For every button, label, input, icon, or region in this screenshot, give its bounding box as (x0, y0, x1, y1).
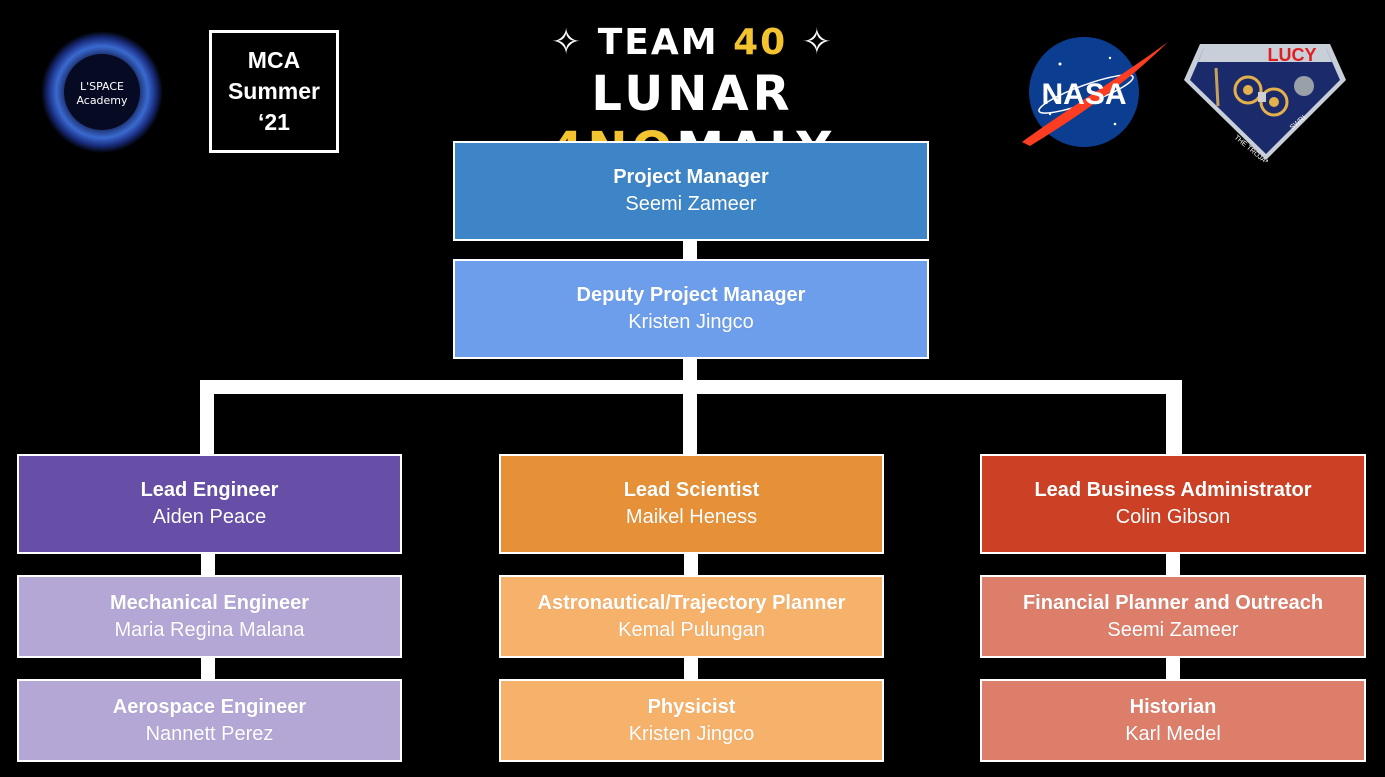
person-name: Nannett Perez (145, 722, 274, 745)
connector-bus-right (1166, 380, 1182, 456)
person-name: Kristen Jingco (628, 311, 754, 333)
connector-col2-a (684, 552, 698, 576)
mca-line1: MCA (247, 47, 301, 73)
mca-line2: Summer (227, 78, 321, 104)
org-box-project-manager: Project Manager Seemi Zameer (453, 141, 929, 241)
connector-col3-b (1166, 656, 1180, 680)
lucy-wordmark: LUCY (1268, 45, 1317, 65)
person-name: Kristen Jingco (628, 722, 755, 745)
space-academy-logo: L'SPACE Academy (40, 30, 164, 154)
star-left-icon: ✧ (551, 22, 584, 63)
role-label: Financial Planner and Outreach (1022, 591, 1324, 614)
lucy-mission-patch: LUCY THE TROJANS SWRI (1182, 38, 1348, 171)
org-box-physicist: Physicist Kristen Jingco (499, 679, 884, 762)
connector-col1-b (201, 656, 215, 680)
role-label: Historian (1129, 695, 1217, 718)
space-academy-line2: Academy (76, 94, 128, 107)
person-name: Maikel Heness (625, 506, 758, 528)
mca-summer-badge: MCA Summer ‘21 (209, 30, 339, 153)
person-name: Karl Medel (1125, 722, 1221, 745)
person-name: Colin Gibson (1115, 506, 1231, 528)
space-academy-line1: L'SPACE (80, 80, 124, 93)
role-label: Lead Engineer (140, 479, 279, 501)
role-label: Aerospace Engineer (112, 695, 307, 718)
org-box-financial-planner: Financial Planner and Outreach Seemi Zam… (980, 575, 1366, 658)
project-title-part1: LUNAR (591, 66, 794, 122)
mca-line3: ‘21 (258, 109, 290, 135)
role-label: Deputy Project Manager (576, 284, 806, 306)
role-label: Astronautical/Trajectory Planner (537, 591, 846, 614)
connector-col2-b (684, 656, 698, 680)
person-name: Seemi Zameer (1107, 618, 1239, 641)
star-right-icon: ✧ (801, 22, 834, 63)
team-title: ✧ TEAM 40 ✧ (440, 22, 945, 63)
org-box-mechanical-engineer: Mechanical Engineer Maria Regina Malana (17, 575, 402, 658)
org-box-lead-engineer: Lead Engineer Aiden Peace (17, 454, 402, 554)
connector-bus-left (200, 380, 214, 456)
role-label: Mechanical Engineer (110, 591, 309, 614)
org-box-lead-scientist: Lead Scientist Maikel Heness (499, 454, 884, 554)
person-name: Seemi Zameer (625, 193, 757, 215)
connector-col1-a (201, 552, 215, 576)
team-number: 40 (733, 22, 788, 63)
org-box-trajectory-planner: Astronautical/Trajectory Planner Kemal P… (499, 575, 884, 658)
org-box-lead-business-administrator: Lead Business Administrator Colin Gibson (980, 454, 1366, 554)
person-name: Maria Regina Malana (114, 618, 305, 641)
role-label: Physicist (647, 695, 736, 718)
nasa-wordmark: NASA (1041, 78, 1126, 111)
org-box-aerospace-engineer: Aerospace Engineer Nannett Perez (17, 679, 402, 762)
nasa-logo: NASA (1020, 34, 1172, 154)
org-box-deputy-project-manager: Deputy Project Manager Kristen Jingco (453, 259, 929, 359)
person-name: Aiden Peace (152, 506, 267, 528)
role-label: Lead Scientist (623, 479, 760, 501)
role-label: Project Manager (613, 166, 769, 188)
role-label: Lead Business Administrator (1034, 479, 1312, 501)
person-name: Kemal Pulungan (618, 618, 765, 641)
org-box-historian: Historian Karl Medel (980, 679, 1366, 762)
team-label: TEAM (597, 22, 734, 63)
connector-pm-deputy (683, 240, 697, 260)
connector-bus-center (683, 380, 697, 456)
connector-col3-a (1166, 552, 1180, 576)
